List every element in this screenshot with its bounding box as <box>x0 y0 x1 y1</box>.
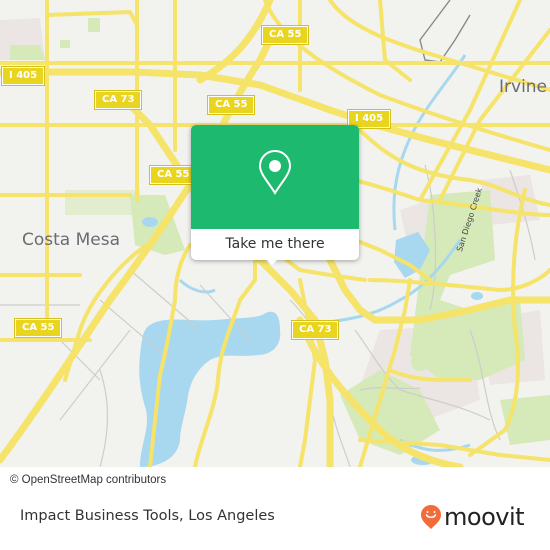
moovit-pin-icon <box>421 505 441 529</box>
location-popup: Take me there <box>191 125 359 265</box>
footer: Impact Business Tools, Los Angeles moovi… <box>0 490 550 550</box>
highway-shield-ca55: CA 55 <box>260 25 310 45</box>
highway-shield-ca55: CA 55 <box>148 165 198 185</box>
location-pin-icon <box>258 149 292 195</box>
highway-shield-ca73: CA 73 <box>290 320 340 340</box>
popup-header[interactable] <box>191 125 359 229</box>
popup-pointer <box>263 256 281 265</box>
moovit-logo[interactable]: moovit <box>420 503 525 531</box>
city-label-irvine: Irvine <box>499 77 548 97</box>
moovit-wordmark: moovit <box>444 503 525 531</box>
place-title: Impact Business Tools, Los Angeles <box>20 508 275 524</box>
highway-shield-ca55: CA 55 <box>13 318 63 338</box>
map-attribution[interactable]: © OpenStreetMap contributors <box>0 470 225 490</box>
city-label-costa-mesa: Costa Mesa <box>22 230 121 250</box>
map-view[interactable]: I 405 CA 73 CA 55 CA 55 I 405 CA 55 CA 5… <box>0 0 550 467</box>
highway-shield-ca55: CA 55 <box>206 95 256 115</box>
highway-shield-ca73: CA 73 <box>93 90 143 110</box>
highway-shield-i405: I 405 <box>0 66 46 86</box>
